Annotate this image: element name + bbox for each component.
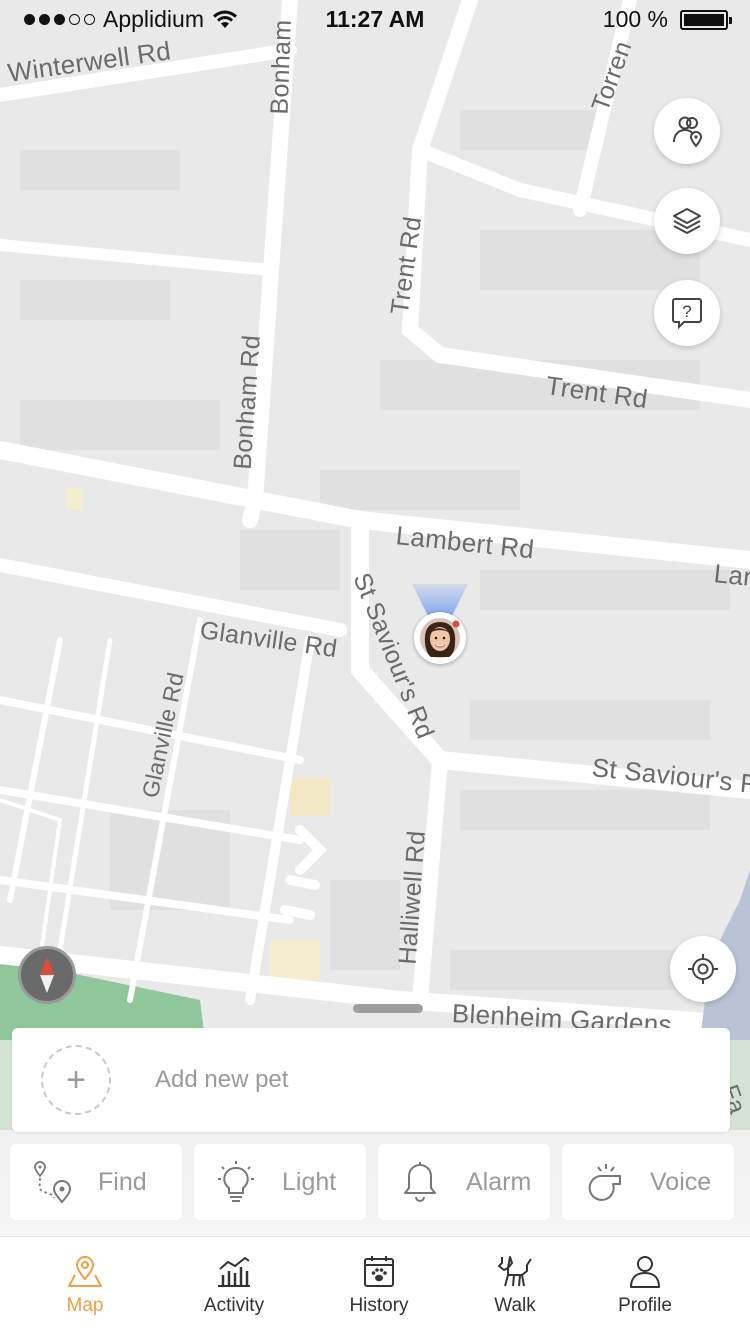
tab-profile[interactable]: Profile: [604, 1237, 686, 1334]
add-pet-card[interactable]: + Add new pet: [12, 1028, 730, 1132]
compass-button[interactable]: [18, 946, 76, 1004]
people-location-button[interactable]: [654, 98, 720, 164]
pet-marker[interactable]: [414, 612, 466, 664]
tab-history[interactable]: History: [336, 1237, 422, 1334]
road-label: Lar: [712, 558, 750, 592]
battery-percent: 100 %: [602, 6, 668, 32]
tab-walk[interactable]: Walk: [480, 1237, 550, 1334]
sheet-handle[interactable]: [353, 1004, 423, 1013]
bell-icon: [404, 1162, 436, 1202]
plus-icon: +: [66, 1060, 86, 1099]
layers-icon: [673, 208, 701, 234]
battery-icon: [680, 9, 732, 30]
person-icon: [630, 1256, 660, 1288]
status-bar: Applidium 11:27 AM 100 %: [0, 0, 750, 40]
alarm-button[interactable]: Alarm: [378, 1144, 550, 1220]
alarm-label: Alarm: [466, 1167, 532, 1196]
crosshair-icon: [688, 954, 718, 984]
add-pet-icon[interactable]: +: [41, 1045, 111, 1115]
find-button[interactable]: Find: [10, 1144, 182, 1220]
people-location-icon: [673, 116, 703, 148]
calendar-paw-icon: [364, 1256, 394, 1287]
tab-history-label: History: [349, 1295, 409, 1316]
tab-bar: Map Activity History Walk Profile: [0, 1236, 750, 1334]
voice-button[interactable]: Voice: [562, 1144, 734, 1220]
route-pin-icon: [34, 1161, 72, 1204]
tab-map[interactable]: Map: [40, 1237, 130, 1334]
tab-walk-label: Walk: [494, 1295, 536, 1316]
whistle-icon: [588, 1164, 621, 1201]
battery: 100 %: [602, 6, 732, 33]
bulb-icon: [218, 1161, 254, 1202]
pet-avatar: [420, 618, 460, 658]
help-button[interactable]: ?: [654, 280, 720, 346]
help-chat-icon: ?: [672, 298, 702, 330]
tab-map-label: Map: [66, 1295, 104, 1316]
light-label: Light: [282, 1167, 337, 1196]
svg-text:?: ?: [682, 302, 691, 321]
find-label: Find: [98, 1167, 147, 1196]
light-button[interactable]: Light: [194, 1144, 366, 1220]
tab-profile-label: Profile: [618, 1295, 672, 1316]
map-pin-icon: [68, 1256, 102, 1287]
tab-activity[interactable]: Activity: [188, 1237, 280, 1334]
voice-label: Voice: [650, 1167, 712, 1196]
chart-icon: [218, 1256, 250, 1287]
dog-icon: [498, 1256, 532, 1287]
add-pet-label: Add new pet: [155, 1066, 289, 1093]
compass-icon: [40, 957, 54, 993]
layers-button[interactable]: [654, 188, 720, 254]
tab-activity-label: Activity: [203, 1295, 265, 1316]
locate-me-button[interactable]: [670, 936, 736, 1002]
